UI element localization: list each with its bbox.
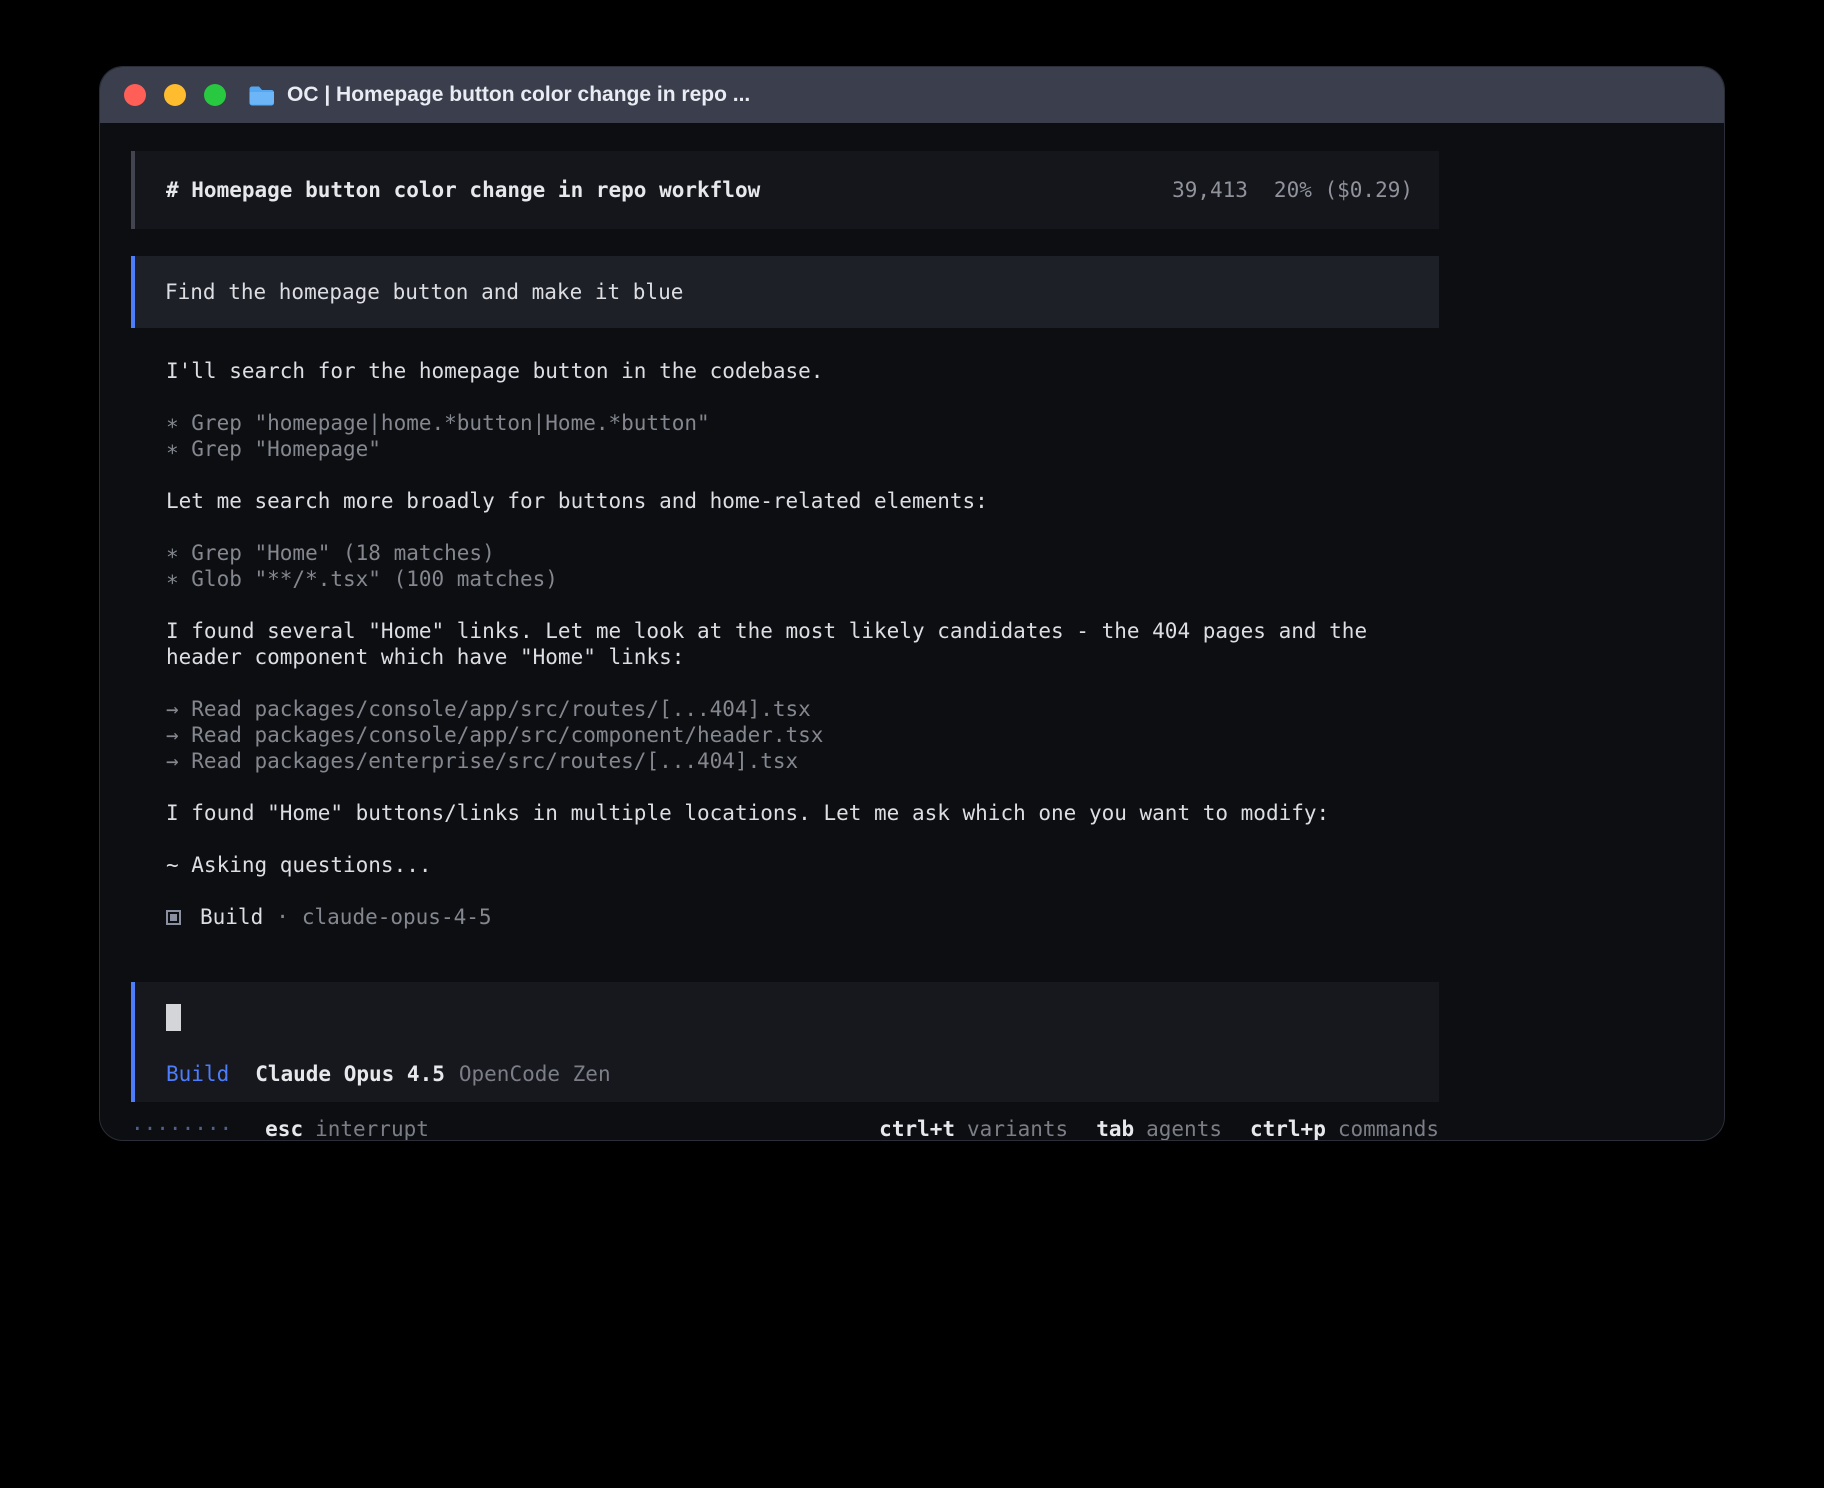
variants-key-label: variants (967, 1117, 1068, 1141)
session-stats: 39,413 20% ($0.29) (1172, 178, 1413, 202)
commands-key-label: commands (1338, 1117, 1439, 1141)
zoom-button[interactable] (204, 84, 226, 106)
tool-call-read: → Read packages/console/app/src/routes/[… (166, 696, 1439, 722)
esc-key-hint: esc (265, 1117, 303, 1141)
agents-key-hint: tab (1096, 1117, 1134, 1141)
tool-call-glob: ∗ Glob "**/*.tsx" (100 matches) (166, 566, 1439, 592)
statusbar-left: ········ esc interrupt (131, 1117, 429, 1141)
titlebar[interactable]: OC | Homepage button color change in rep… (100, 67, 1724, 123)
terminal-window: OC | Homepage button color change in rep… (99, 66, 1725, 1141)
folder-icon (248, 84, 275, 107)
spinner-dots: ········ (131, 1117, 232, 1141)
agents-key-label: agents (1146, 1117, 1222, 1141)
assistant-text: I'll search for the homepage button in t… (166, 358, 1439, 384)
assistant-text: I found "Home" buttons/links in multiple… (166, 800, 1439, 826)
user-message: Find the homepage button and make it blu… (131, 256, 1439, 328)
session-header: # Homepage button color change in repo w… (131, 151, 1439, 229)
variants-key-hint: ctrl+t (879, 1117, 955, 1141)
agent-separator: · (276, 904, 289, 930)
tool-call-grep: ∗ Grep "homepage|home.*button|Home.*butt… (166, 410, 1439, 436)
assistant-transcript: I'll search for the homepage button in t… (131, 358, 1439, 956)
model-label: Claude Opus 4.5 (255, 1062, 445, 1086)
assistant-text: I found several "Home" links. Let me loo… (166, 618, 1439, 670)
agent-status-line: Build · claude-opus-4-5 (166, 904, 1439, 930)
terminal-content: # Homepage button color change in repo w… (100, 123, 1724, 1141)
tool-call-group: → Read packages/console/app/src/routes/[… (166, 696, 1439, 774)
agent-model: claude-opus-4-5 (302, 904, 492, 930)
provider-label: OpenCode Zen (459, 1062, 611, 1086)
commands-key-hint: ctrl+p (1250, 1117, 1326, 1141)
tool-call-grep: ∗ Grep "Homepage" (166, 436, 1439, 462)
shortcut-commands: ctrl+p commands (1250, 1117, 1439, 1141)
text-cursor (166, 1004, 181, 1031)
shortcut-variants: ctrl+t variants (879, 1117, 1068, 1141)
statusbar-right: ctrl+t variants tab agents ctrl+p comman… (879, 1117, 1439, 1141)
prompt-input[interactable]: Build Claude Opus 4.5 OpenCode Zen (131, 982, 1439, 1102)
shortcut-agents: tab agents (1096, 1117, 1222, 1141)
traffic-lights (124, 84, 226, 106)
window-title: OC | Homepage button color change in rep… (287, 83, 750, 107)
tool-call-read: → Read packages/enterprise/src/routes/[.… (166, 748, 1439, 774)
esc-key-label: interrupt (315, 1117, 429, 1141)
agent-name: Build (200, 904, 263, 930)
tool-call-group: ∗ Grep "Home" (18 matches) ∗ Glob "**/*.… (166, 540, 1439, 592)
asking-status: ~ Asking questions... (166, 852, 1439, 878)
input-meta: Build Claude Opus 4.5 OpenCode Zen (166, 1062, 1409, 1086)
title-group: OC | Homepage button color change in rep… (248, 83, 750, 107)
token-count: 39,413 (1172, 178, 1248, 202)
tool-call-grep: ∗ Grep "Home" (18 matches) (166, 540, 1439, 566)
session-title: # Homepage button color change in repo w… (166, 178, 760, 202)
tool-call-read: → Read packages/console/app/src/componen… (166, 722, 1439, 748)
agent-mode-label: Build (166, 1062, 229, 1086)
shortcut-esc: esc interrupt (265, 1117, 429, 1141)
statusbar: ········ esc interrupt ctrl+t variants t… (131, 1114, 1439, 1141)
agent-build-icon (166, 910, 181, 925)
close-button[interactable] (124, 84, 146, 106)
tool-call-group: ∗ Grep "homepage|home.*button|Home.*butt… (166, 410, 1439, 462)
assistant-text: Let me search more broadly for buttons a… (166, 488, 1439, 514)
minimize-button[interactable] (164, 84, 186, 106)
context-usage: 20% ($0.29) (1274, 178, 1413, 202)
user-message-text: Find the homepage button and make it blu… (165, 280, 683, 304)
